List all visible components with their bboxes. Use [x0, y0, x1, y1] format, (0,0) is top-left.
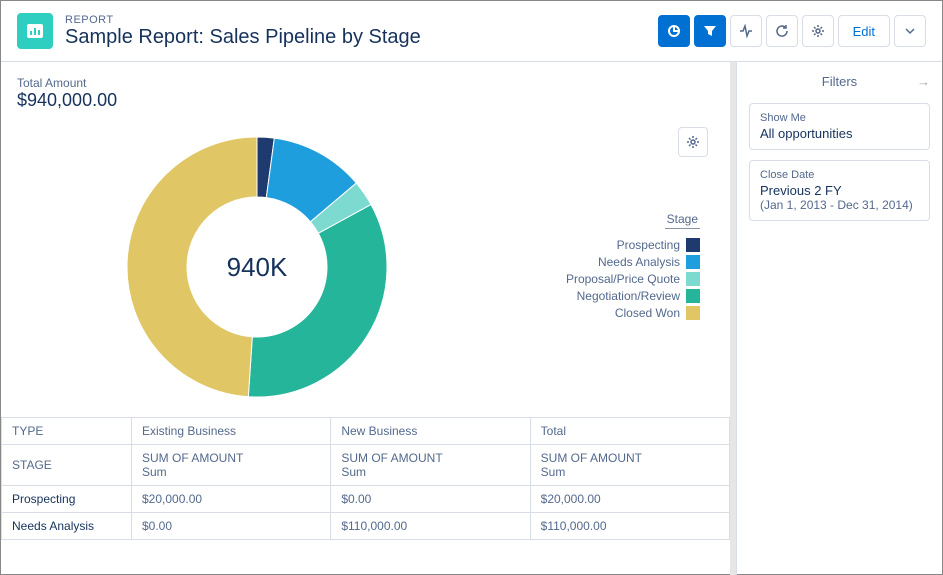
legend-item: Closed Won — [437, 306, 700, 320]
report-header: REPORT Sample Report: Sales Pipeline by … — [1, 1, 942, 62]
filter-subvalue: (Jan 1, 2013 - Dec 31, 2014) — [760, 198, 919, 212]
filters-panel: Filters → Show Me All opportunities Clos… — [736, 62, 942, 575]
legend-item: Needs Analysis — [437, 255, 700, 269]
report-icon — [17, 13, 53, 49]
collapse-filters-icon[interactable]: → — [917, 74, 930, 89]
total-amount-label: Total Amount — [17, 76, 714, 90]
gear-icon — [686, 135, 700, 149]
edit-button[interactable]: Edit — [838, 15, 890, 47]
chart-toggle-button[interactable] — [658, 15, 690, 47]
table-row[interactable]: Prospecting$20,000.00$0.00$20,000.00 — [2, 486, 730, 513]
col-existing[interactable]: Existing Business — [132, 418, 331, 445]
filter-close-date[interactable]: Close Date Previous 2 FY (Jan 1, 2013 - … — [749, 160, 930, 221]
type-header: TYPE — [2, 418, 132, 445]
donut-chart: 940K — [107, 117, 407, 417]
legend-title: Stage — [665, 212, 700, 229]
filters-title: Filters — [822, 74, 857, 89]
chart-legend: Stage Prospecting Needs Analysis Proposal/… — [437, 212, 714, 323]
col-total[interactable]: Total — [530, 418, 729, 445]
filter-value: All opportunities — [760, 126, 919, 141]
donut-center-value: 940K — [107, 117, 407, 417]
activity-button[interactable] — [730, 15, 762, 47]
report-main: Total Amount $940,000.00 940K Stage Pros… — [1, 62, 736, 575]
report-title: Sample Report: Sales Pipeline by Stage — [65, 26, 658, 49]
measure-header: SUM OF AMOUNTSum — [331, 445, 530, 486]
chart-settings-button[interactable] — [678, 127, 708, 157]
stage-header: STAGE — [2, 445, 132, 486]
gear-icon — [811, 24, 825, 38]
legend-item: Negotiation/Review — [437, 289, 700, 303]
filter-toggle-button[interactable] — [694, 15, 726, 47]
report-table: TYPE Existing Business New Business Tota… — [1, 417, 730, 540]
total-amount-value: $940,000.00 — [17, 90, 714, 111]
measure-header: SUM OF AMOUNTSum — [132, 445, 331, 486]
table-row[interactable]: Needs Analysis$0.00$110,000.00$110,000.0… — [2, 513, 730, 540]
filter-value: Previous 2 FY — [760, 183, 919, 198]
filter-label: Close Date — [760, 169, 919, 181]
legend-item: Proposal/Price Quote — [437, 272, 700, 286]
chevron-down-icon — [905, 26, 915, 36]
filter-label: Show Me — [760, 112, 919, 124]
filter-show-me[interactable]: Show Me All opportunities — [749, 103, 930, 150]
refresh-button[interactable] — [766, 15, 798, 47]
report-overline: REPORT — [65, 14, 658, 26]
legend-item: Prospecting — [437, 238, 700, 252]
more-actions-button[interactable] — [894, 15, 926, 47]
measure-header: SUM OF AMOUNTSum — [530, 445, 729, 486]
col-new[interactable]: New Business — [331, 418, 530, 445]
settings-button[interactable] — [802, 15, 834, 47]
